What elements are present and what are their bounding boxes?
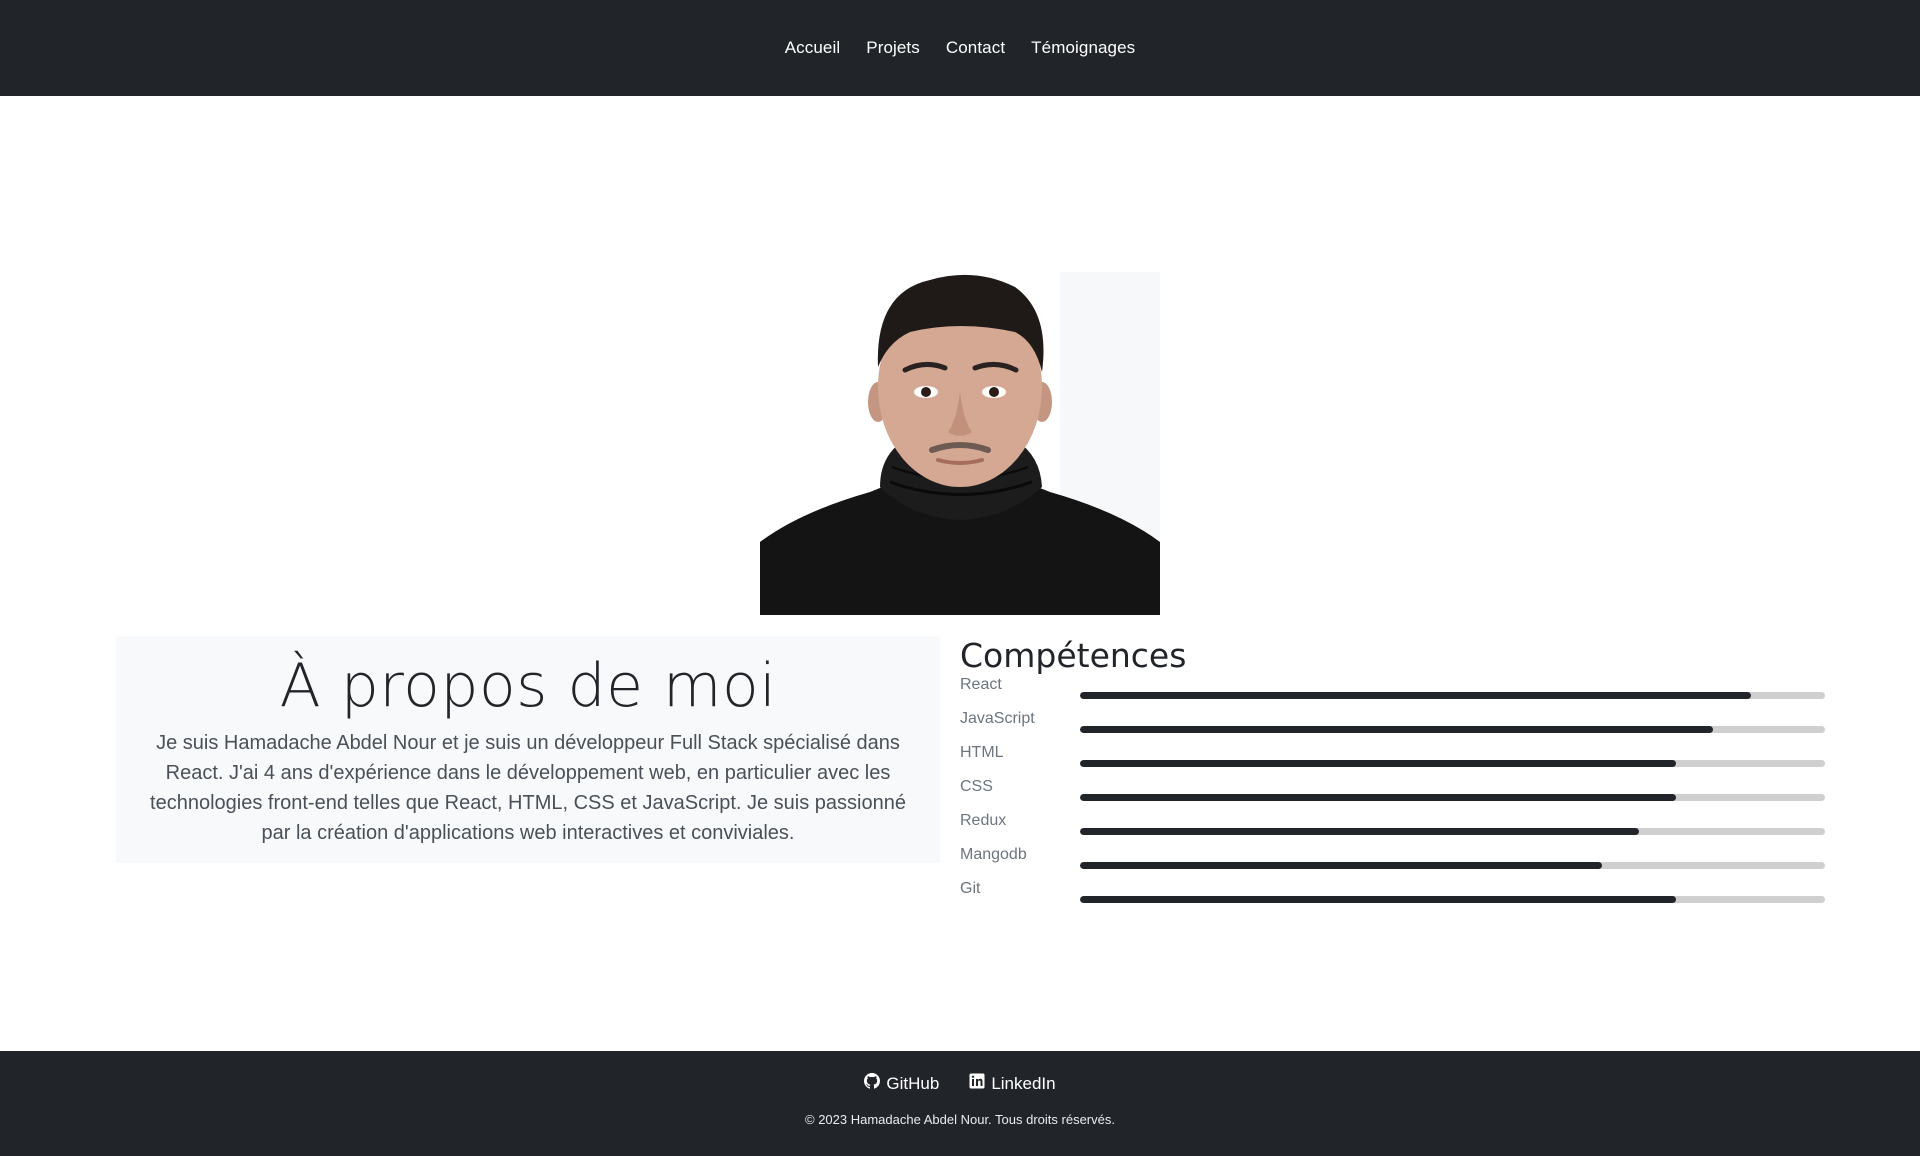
skill-progress-fill [1080, 828, 1639, 835]
github-label: GitHub [886, 1073, 940, 1093]
footer: GitHub LinkedIn © 2023 Hamadache Abdel N… [0, 1051, 1920, 1156]
skill-row: Redux [960, 812, 1825, 846]
navbar: Accueil Projets Contact Témoignages [0, 0, 1920, 96]
skill-progress-fill [1080, 862, 1602, 869]
skill-progress-bar [1080, 896, 1825, 903]
skill-name: Redux [960, 812, 1007, 829]
skills-title: Compétences [960, 636, 1187, 675]
github-link[interactable]: GitHub [864, 1073, 939, 1094]
skill-row: CSS [960, 778, 1825, 812]
linkedin-icon [969, 1073, 985, 1094]
footer-links: GitHub LinkedIn [0, 1051, 1920, 1094]
about-section: À propos de moi Je suis Hamadache Abdel … [116, 636, 940, 863]
linkedin-link[interactable]: LinkedIn [969, 1073, 1056, 1094]
skill-progress-bar [1080, 862, 1825, 869]
skill-progress-fill [1080, 794, 1676, 801]
skill-progress-fill [1080, 692, 1751, 699]
skill-name: CSS [960, 778, 993, 795]
skill-progress-bar [1080, 692, 1825, 699]
nav-item-temoignages[interactable]: Témoignages [1031, 38, 1135, 58]
skill-row: JavaScript [960, 710, 1825, 744]
skill-progress-fill [1080, 896, 1676, 903]
nav-item-accueil[interactable]: Accueil [785, 38, 841, 58]
profile-photo [760, 272, 1160, 615]
copyright-text: © 2023 Hamadache Abdel Nour. Tous droits… [805, 1112, 1115, 1127]
nav-links: Accueil Projets Contact Témoignages [785, 38, 1136, 58]
github-icon [864, 1073, 881, 1094]
nav-item-contact[interactable]: Contact [946, 38, 1005, 58]
skill-name: Mangodb [960, 846, 1027, 863]
about-title: À propos de moi [279, 651, 777, 721]
skill-row: HTML [960, 744, 1825, 778]
skill-row: Git [960, 880, 1825, 914]
skill-progress-fill [1080, 760, 1676, 767]
skill-name: React [960, 676, 1002, 693]
skill-name: HTML [960, 744, 1004, 761]
skills-list: React JavaScript HTML CSS Redux Mangodb Git [960, 676, 1825, 914]
nav-item-projets[interactable]: Projets [866, 38, 920, 58]
skill-name: Git [960, 880, 981, 897]
skill-progress-bar [1080, 794, 1825, 801]
skills-section: Compétences React JavaScript HTML CSS Redux M… [960, 636, 1825, 914]
skill-progress-bar [1080, 726, 1825, 733]
skill-progress-fill [1080, 726, 1714, 733]
about-text: Je suis Hamadache Abdel Nour et je suis … [150, 732, 906, 844]
linkedin-label: LinkedIn [991, 1073, 1056, 1093]
skill-progress-bar [1080, 828, 1825, 835]
skill-name: JavaScript [960, 710, 1035, 727]
skill-row: React [960, 676, 1825, 710]
skill-row: Mangodb [960, 846, 1825, 880]
skill-progress-bar [1080, 760, 1825, 767]
